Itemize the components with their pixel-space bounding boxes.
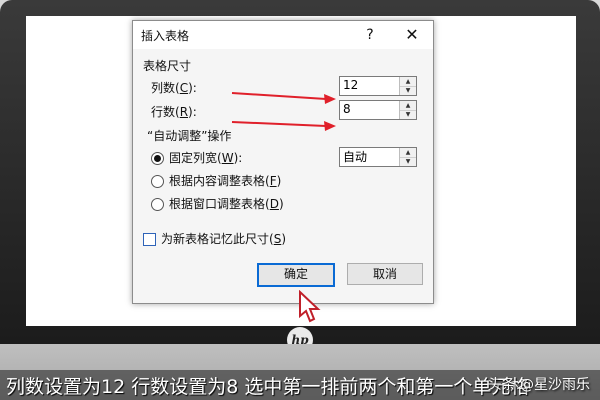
rows-arrow [231, 121, 327, 127]
annotation-arrows [231, 92, 336, 131]
rows-arrowhead-icon [324, 121, 336, 131]
caption-text: 列数设置为12 行数设置为8 选中第一排前两个和第一个单元格 [6, 376, 530, 398]
watermark: 头条 @星沙雨乐 [487, 377, 590, 393]
columns-arrowhead-icon [324, 94, 336, 104]
video-caption: 列数设置为12 行数设置为8 选中第一排前两个和第一个单元格 头条 @星沙雨乐 [0, 370, 600, 400]
columns-arrow [231, 92, 327, 100]
mouse-pointer-icon [299, 290, 321, 323]
